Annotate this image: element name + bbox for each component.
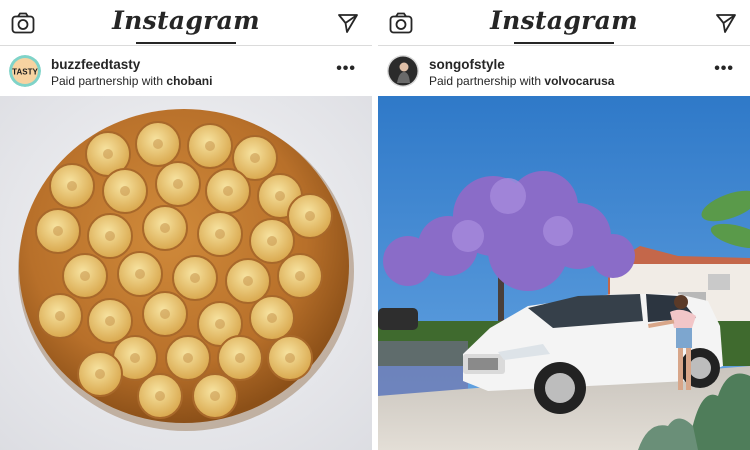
banana-seed-center bbox=[305, 211, 315, 221]
banana-seed-center bbox=[135, 269, 145, 279]
paper-plane-icon[interactable] bbox=[337, 12, 359, 34]
more-options-icon[interactable]: ••• bbox=[714, 60, 734, 78]
banana-seed-center bbox=[243, 276, 253, 286]
banana-seed-center bbox=[267, 236, 277, 246]
banana-seed-center bbox=[190, 273, 200, 283]
screen-left: Instagram TASTY buzzfeedtasty Paid partn… bbox=[0, 0, 372, 450]
avatar[interactable] bbox=[387, 55, 419, 87]
banana-seed-center bbox=[105, 231, 115, 241]
banana-seed-center bbox=[215, 229, 225, 239]
post-header: TASTY buzzfeedtasty Paid partnership wit… bbox=[0, 46, 372, 96]
paid-partnership-prefix: Paid partnership with bbox=[51, 74, 167, 88]
banana-seed-center bbox=[160, 309, 170, 319]
banana-seed-center bbox=[103, 149, 113, 159]
logo-underline bbox=[514, 42, 614, 44]
instagram-logo[interactable]: Instagram bbox=[0, 6, 372, 35]
paid-partnership-label: Paid partnership with volvocarusa bbox=[429, 74, 614, 88]
logo-underline bbox=[136, 42, 236, 44]
paid-partnership-prefix: Paid partnership with bbox=[429, 74, 545, 88]
banana-seed-center bbox=[155, 391, 165, 401]
banana-seed-center bbox=[215, 319, 225, 329]
banana-seed-center bbox=[53, 226, 63, 236]
post-image-volvo-suv[interactable] bbox=[378, 96, 750, 450]
screen-right: Instagram songofstyle Paid partnership w… bbox=[378, 0, 750, 450]
phone-screens: Instagram TASTY buzzfeedtasty Paid partn… bbox=[0, 0, 750, 450]
post-header: songofstyle Paid partnership with volvoc… bbox=[378, 46, 750, 96]
banana-seed-center bbox=[130, 353, 140, 363]
banana-seed-center bbox=[67, 181, 77, 191]
banana-seed-center bbox=[267, 313, 277, 323]
banana-seed-center bbox=[183, 353, 193, 363]
banana-seed-center bbox=[223, 186, 233, 196]
banana-seed-center bbox=[160, 223, 170, 233]
banana-seed-center bbox=[95, 369, 105, 379]
top-bar: Instagram bbox=[378, 0, 750, 46]
banana-seed-center bbox=[275, 191, 285, 201]
post-username[interactable]: songofstyle bbox=[429, 57, 505, 72]
banana-seed-center bbox=[295, 271, 305, 281]
banana-seed-center bbox=[55, 311, 65, 321]
banana-seed-center bbox=[80, 271, 90, 281]
instagram-logo[interactable]: Instagram bbox=[378, 6, 750, 35]
partner-link[interactable]: volvocarusa bbox=[544, 74, 614, 88]
banana-seed-center bbox=[120, 186, 130, 196]
avatar[interactable]: TASTY bbox=[9, 55, 41, 87]
banana-seed-center bbox=[235, 353, 245, 363]
banana-seed-center bbox=[173, 179, 183, 189]
banana-seed-center bbox=[105, 316, 115, 326]
paid-partnership-label: Paid partnership with chobani bbox=[51, 74, 212, 88]
banana-seed-center bbox=[205, 141, 215, 151]
banana-seed-center bbox=[285, 353, 295, 363]
partner-link[interactable]: chobani bbox=[166, 74, 212, 88]
banana-seed-center bbox=[210, 391, 220, 401]
avatar-logo-text: TASTY bbox=[12, 68, 38, 77]
post-username[interactable]: buzzfeedtasty bbox=[51, 57, 140, 72]
banana-seed-center bbox=[153, 139, 163, 149]
paper-plane-icon[interactable] bbox=[715, 12, 737, 34]
post-image-banana-cake[interactable] bbox=[0, 96, 372, 450]
more-options-icon[interactable]: ••• bbox=[336, 60, 356, 78]
banana-seed-center bbox=[250, 153, 260, 163]
top-bar: Instagram bbox=[0, 0, 372, 46]
